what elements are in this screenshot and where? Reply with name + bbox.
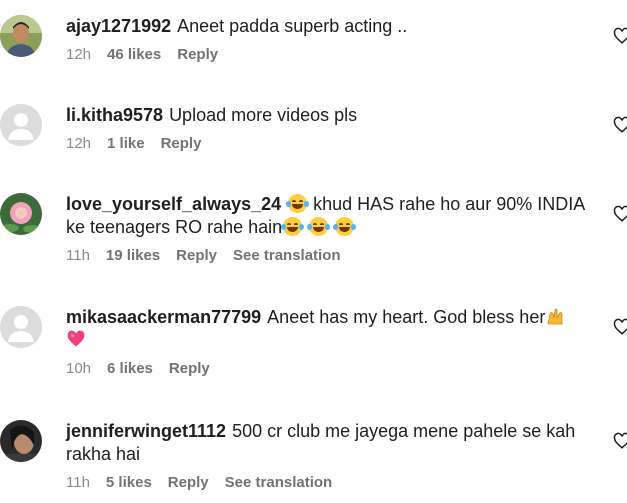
heart-outline-icon[interactable] [613, 205, 627, 223]
reply-button[interactable]: Reply [168, 474, 209, 491]
avatar[interactable] [0, 193, 42, 235]
avatar[interactable] [0, 420, 42, 462]
comment-meta: 11h 19 likes Reply See translation [66, 247, 587, 264]
tears-of-joy-emoji [281, 217, 305, 236]
username[interactable]: mikasaackerman77799 [66, 307, 261, 327]
pink-heart-emoji [67, 330, 85, 347]
default-avatar-icon[interactable] [0, 306, 42, 348]
see-translation-button[interactable]: See translation [233, 247, 341, 264]
default-avatar-icon[interactable] [0, 104, 42, 146]
like-count[interactable]: 46 likes [107, 46, 161, 63]
timestamp: 11h [66, 474, 90, 491]
comment-meta: 10h 6 likes Reply [66, 360, 587, 377]
reply-button[interactable]: Reply [177, 46, 218, 63]
reply-button[interactable]: Reply [176, 247, 217, 264]
timestamp: 10h [66, 360, 92, 377]
like-count[interactable]: 5 likes [106, 474, 152, 491]
tears-of-joy-emoji [286, 194, 310, 213]
avatar[interactable] [0, 15, 42, 57]
comment-body: jenniferwinget1112 500 cr club me jayega … [66, 420, 587, 491]
tears-of-joy-emoji [307, 217, 331, 236]
timestamp: 12h [66, 46, 92, 63]
comment-body: mikasaackerman77799 Aneet has my heart. G… [66, 306, 587, 377]
timestamp: 12h [66, 135, 92, 152]
like-count[interactable]: 1 like [107, 135, 145, 152]
username[interactable]: ajay1271992 [66, 16, 171, 36]
heart-outline-icon[interactable] [613, 432, 627, 450]
timestamp: 11h [66, 247, 90, 264]
heart-outline-icon[interactable] [613, 27, 627, 45]
comment-meta: 12h 1 like Reply [66, 135, 587, 152]
comment-message: Aneet has my heart. God bless her [267, 307, 546, 327]
comment-text: jenniferwinget1112 500 cr club me jayega … [66, 420, 587, 466]
comment-meta: 12h 46 likes Reply [66, 46, 587, 63]
comment-message: Aneet padda superb acting .. [177, 16, 408, 36]
tears-of-joy-emoji [333, 217, 357, 236]
comment-body: ajay1271992 Aneet padda superb acting .. … [66, 15, 587, 63]
reply-button[interactable]: Reply [161, 135, 202, 152]
comment-text: love_yourself_always_24 khud HAS rahe ho… [66, 193, 587, 239]
comment-text: mikasaackerman77799 Aneet has my heart. G… [66, 306, 587, 352]
see-translation-button[interactable]: See translation [225, 474, 333, 491]
username[interactable]: li.kitha9578 [66, 105, 163, 125]
comment-body: li.kitha9578 Upload more videos pls 12h 1… [66, 104, 587, 152]
heart-outline-icon[interactable] [613, 318, 627, 336]
raised-hands-emoji [547, 308, 563, 325]
comment-text: li.kitha9578 Upload more videos pls [66, 104, 587, 127]
comment-text: ajay1271992 Aneet padda superb acting .. [66, 15, 587, 38]
reply-button[interactable]: Reply [169, 360, 210, 377]
like-count[interactable]: 6 likes [107, 360, 153, 377]
comment-message: Upload more videos pls [169, 105, 358, 125]
comment-meta: 11h 5 likes Reply See translation [66, 474, 587, 491]
like-count[interactable]: 19 likes [106, 247, 160, 264]
comment-body: love_yourself_always_24 khud HAS rahe ho… [66, 193, 587, 264]
username[interactable]: jenniferwinget1112 [66, 421, 226, 441]
username[interactable]: love_yourself_always_24 [66, 194, 281, 214]
heart-outline-icon[interactable] [613, 116, 627, 134]
